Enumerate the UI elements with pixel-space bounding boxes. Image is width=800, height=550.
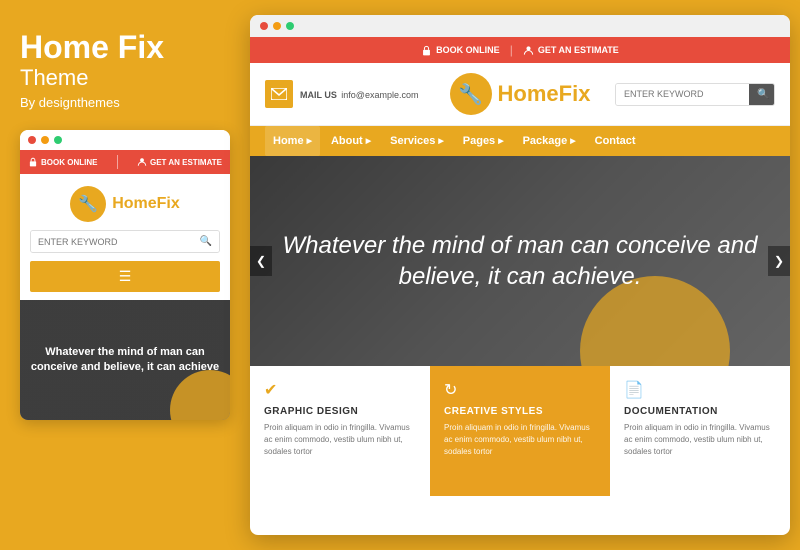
mail-block: MAIL US info@example.com xyxy=(265,80,428,108)
card-title-doc: DOCUMENTATION xyxy=(624,406,776,417)
lock-icon xyxy=(28,157,38,167)
nav-item-contact[interactable]: Contact xyxy=(587,126,644,156)
topbar-separator: | xyxy=(510,43,513,57)
desktop-titlebar xyxy=(250,15,790,37)
mobile-titlebar xyxy=(20,130,230,150)
mail-icon-box xyxy=(265,80,293,108)
dot-red xyxy=(28,136,36,144)
mobile-menu-button[interactable]: ☰ xyxy=(30,261,220,292)
mobile-header: 🔧 HomeFix xyxy=(20,174,230,230)
nav-item-pages[interactable]: Pages ▶ xyxy=(455,126,512,156)
mobile-topbar: BOOK ONLINE GET AN ESTIMATE xyxy=(20,150,230,174)
dt-dot-green xyxy=(286,22,294,30)
hero-title: Whatever the mind of man can conceive an… xyxy=(250,230,790,292)
nav-item-about[interactable]: About ▶ xyxy=(323,126,379,156)
card-title-creative: CREATIVE STYLES xyxy=(444,406,596,417)
hero-content: Whatever the mind of man can conceive an… xyxy=(250,230,790,292)
dt-book-online[interactable]: BOOK ONLINE xyxy=(421,45,500,56)
nav-arrow-about: ▶ xyxy=(366,137,371,145)
card-graphic-design: ✔ GRAPHIC DESIGN Proin aliquam in odio i… xyxy=(250,366,430,496)
doc-icon: 📄 xyxy=(624,380,776,400)
mobile-logo-text: HomeFix xyxy=(112,195,180,213)
mobile-hero-circle xyxy=(170,370,230,420)
topbar-divider xyxy=(117,155,118,169)
desktop-logo-text: HomeFix xyxy=(498,81,591,107)
desktop-mockup: BOOK ONLINE | GET AN ESTIMATE MAIL US in… xyxy=(250,15,790,535)
nav-arrow-package: ▶ xyxy=(570,137,575,145)
nav-item-package[interactable]: Package ▶ xyxy=(515,126,584,156)
desktop-hero: ❮ Whatever the mind of man can conceive … xyxy=(250,156,790,366)
desktop-search-button[interactable]: 🔍 xyxy=(749,84,775,105)
left-panel: Home Fix Theme By designthemes BOOK ONLI… xyxy=(20,30,240,420)
brand-subtitle: Theme xyxy=(20,65,240,91)
dt-dot-red xyxy=(260,22,268,30)
card-text-creative: Proin aliquam in odio in fringilla. Viva… xyxy=(444,422,596,458)
brand-by: By designthemes xyxy=(20,95,240,110)
nav-item-home[interactable]: Home ▶ xyxy=(265,126,320,156)
dt-lock-icon xyxy=(421,45,432,56)
desktop-search-input[interactable] xyxy=(616,84,749,105)
hero-prev-button[interactable]: ❮ xyxy=(250,246,272,276)
card-text-graphic: Proin aliquam in odio in fringilla. Viva… xyxy=(264,422,416,458)
desktop-search-box: 🔍 xyxy=(615,83,775,106)
desktop-logo-icon: 🔧 xyxy=(450,73,492,115)
desktop-header: MAIL US info@example.com 🔧 HomeFix 🔍 xyxy=(250,63,790,126)
mobile-logo-icon: 🔧 xyxy=(70,186,106,222)
dt-get-estimate[interactable]: GET AN ESTIMATE xyxy=(523,45,619,56)
mail-icon xyxy=(271,88,287,100)
nav-item-services[interactable]: Services ▶ xyxy=(382,126,452,156)
check-icon: ✔ xyxy=(264,380,416,400)
nav-arrow-home: ▶ xyxy=(307,137,312,145)
sync-icon: ↻ xyxy=(444,380,596,400)
mobile-search-input[interactable] xyxy=(31,231,193,252)
mail-label: MAIL US xyxy=(300,90,337,100)
dot-yellow xyxy=(41,136,49,144)
card-title-graphic: GRAPHIC DESIGN xyxy=(264,406,416,417)
card-creative-styles: ↻ CREATIVE STYLES Proin aliquam in odio … xyxy=(430,366,610,496)
brand-title: Home Fix xyxy=(20,30,240,65)
mobile-hero-text: Whatever the mind of man can conceive an… xyxy=(30,345,220,376)
hamburger-icon: ☰ xyxy=(119,268,132,285)
mobile-mockup: BOOK ONLINE GET AN ESTIMATE 🔧 HomeFix 🔍 … xyxy=(20,130,230,420)
dt-user-icon xyxy=(523,45,534,56)
desktop-nav: Home ▶ About ▶ Services ▶ Pages ▶ Packag… xyxy=(250,126,790,156)
mobile-search-button[interactable]: 🔍 xyxy=(193,231,219,252)
hero-next-button[interactable]: ❯ xyxy=(768,246,790,276)
dot-green xyxy=(54,136,62,144)
desktop-topbar: BOOK ONLINE | GET AN ESTIMATE xyxy=(250,37,790,63)
nav-arrow-pages: ▶ xyxy=(498,137,503,145)
card-documentation: 📄 DOCUMENTATION Proin aliquam in odio in… xyxy=(610,366,790,496)
mobile-search-box: 🔍 xyxy=(30,230,220,253)
card-text-doc: Proin aliquam in odio in fringilla. Viva… xyxy=(624,422,776,458)
mobile-get-estimate[interactable]: GET AN ESTIMATE xyxy=(137,157,222,167)
mobile-hero: Whatever the mind of man can conceive an… xyxy=(20,300,230,420)
desktop-logo: 🔧 HomeFix xyxy=(438,73,601,115)
mail-address: info@example.com xyxy=(341,90,418,100)
desktop-cards: ✔ GRAPHIC DESIGN Proin aliquam in odio i… xyxy=(250,366,790,496)
dt-dot-yellow xyxy=(273,22,281,30)
mail-text-block: MAIL US info@example.com xyxy=(300,85,418,103)
user-icon xyxy=(137,157,147,167)
desktop-search-container: 🔍 xyxy=(612,83,775,106)
mobile-book-online[interactable]: BOOK ONLINE xyxy=(28,157,97,167)
nav-arrow-services: ▶ xyxy=(438,137,443,145)
